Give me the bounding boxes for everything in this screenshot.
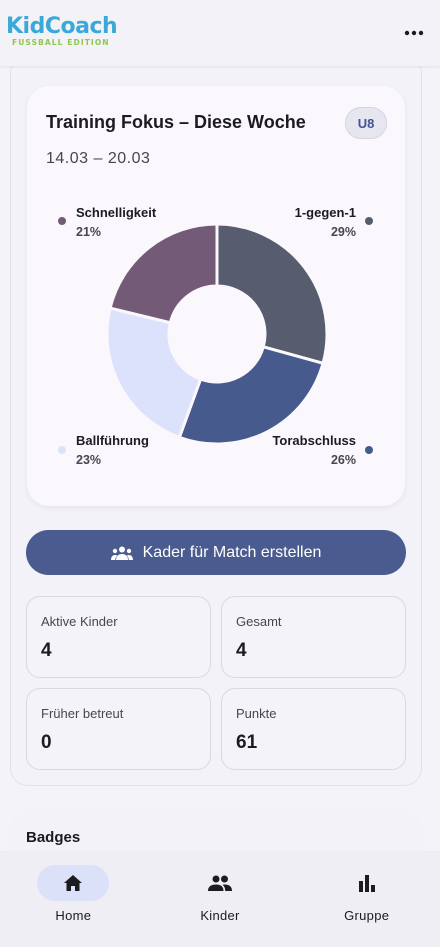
more-horiz-icon <box>404 30 424 36</box>
stat-value: 4 <box>41 640 52 661</box>
legend-schnelligkeit: Schnelligkeit 21% <box>76 205 156 239</box>
bottom-navigation: Home Kinder Gruppe <box>0 851 440 947</box>
stat-label: Aktive Kinder <box>41 614 118 629</box>
stat-label: Früher betreut <box>41 706 124 721</box>
stat-label: Gesamt <box>236 614 282 629</box>
stat-value: 61 <box>236 732 258 753</box>
legend-label-schnelligkeit: Schnelligkeit <box>76 205 157 220</box>
stat-label: Punkte <box>236 706 277 721</box>
stat-formerly-coached: Früher betreut 0 <box>26 688 211 770</box>
donut-slice-torabschluss <box>177 344 325 446</box>
more-options-button[interactable] <box>396 15 432 51</box>
legend-dot-schnelligkeit <box>58 217 66 225</box>
nav-icon-container <box>331 865 403 901</box>
nav-label-gruppe: Gruppe <box>344 908 390 923</box>
donut-slice-ballf-hrung <box>105 306 203 440</box>
donut-slice-1-gegen-1 <box>215 222 329 366</box>
create-squad-button[interactable]: Kader für Match erstellen <box>26 530 406 575</box>
legend-dot-ballfuehrung <box>58 446 66 454</box>
training-focus-card: Training Fokus – Diese Woche 14.03 – 20.… <box>27 86 405 506</box>
legend-dot-1gegen1 <box>365 217 373 225</box>
nav-item-kinder[interactable]: Kinder <box>147 851 294 947</box>
legend-dot-torabschluss <box>365 446 373 454</box>
legend-pct-torabschluss: 26% <box>330 453 356 467</box>
legend-pct-1gegen1: 29% <box>330 225 356 239</box>
legend-1gegen1: 1-gegen-1 29% <box>295 205 356 239</box>
badges-title: Badges <box>26 829 81 846</box>
stat-total: Gesamt 4 <box>221 596 406 678</box>
stat-value: 0 <box>41 732 52 753</box>
app-bar: KidCoach FUSSBALL EDITION <box>0 0 440 66</box>
stat-value: 4 <box>236 640 247 661</box>
app-logo: KidCoach FUSSBALL EDITION <box>6 13 118 47</box>
nav-label-home: Home <box>55 908 92 923</box>
nav-label-kinder: Kinder <box>200 908 240 923</box>
group-icon <box>110 546 133 560</box>
nav-item-home[interactable]: Home <box>0 851 147 947</box>
home-icon <box>64 875 83 891</box>
create-squad-label: Kader für Match erstellen <box>142 543 322 561</box>
stat-points: Punkte 61 <box>221 688 406 770</box>
stat-active-kids: Aktive Kinder 4 <box>26 596 211 678</box>
app-logo-title: KidCoach <box>6 13 118 39</box>
legend-label-torabschluss: Torabschluss <box>272 433 356 448</box>
legend-label-ballfuehrung: Ballführung <box>76 433 149 448</box>
nav-active-indicator <box>37 865 110 901</box>
nav-icon-container <box>184 865 256 901</box>
nav-item-gruppe[interactable]: Gruppe <box>293 851 440 947</box>
legend-ballfuehrung: Ballführung 23% <box>76 433 149 467</box>
bar-chart-icon <box>358 875 375 892</box>
legend-pct-ballfuehrung: 23% <box>76 453 102 467</box>
legend-label-1gegen1: 1-gegen-1 <box>294 205 356 220</box>
legend-pct-schnelligkeit: 21% <box>76 225 102 239</box>
people-icon <box>208 875 232 891</box>
app-logo-edition: FUSSBALL EDITION <box>12 37 110 47</box>
legend-torabschluss: Torabschluss 26% <box>272 433 356 467</box>
